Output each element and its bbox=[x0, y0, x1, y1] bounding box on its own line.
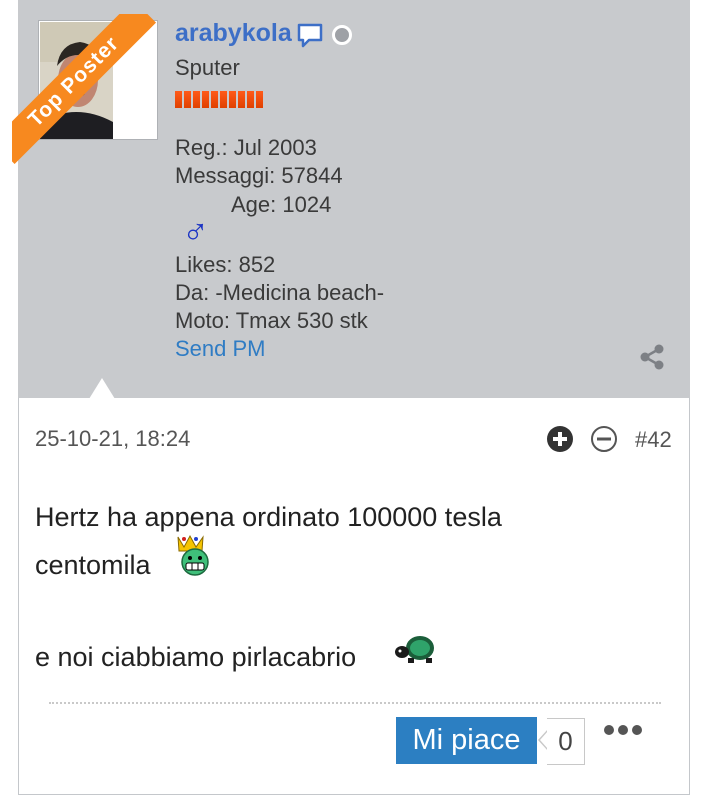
send-pm-link[interactable]: Send PM bbox=[175, 336, 266, 362]
user-age: Age: 1024 bbox=[231, 192, 332, 217]
like-count: 0 bbox=[547, 718, 585, 765]
plus-icon[interactable] bbox=[546, 425, 574, 453]
share-icon[interactable] bbox=[638, 343, 666, 371]
post-footer-separator bbox=[49, 702, 661, 704]
male-gender-icon: ♂ bbox=[182, 211, 209, 252]
post-number[interactable]: #42 bbox=[635, 427, 672, 453]
user-moto: Moto: Tmax 530 stk bbox=[175, 308, 368, 333]
like-button[interactable]: Mi piace bbox=[396, 717, 537, 764]
post-pointer bbox=[89, 378, 115, 399]
king-smiley-icon bbox=[177, 534, 209, 576]
turtle-smiley-icon bbox=[395, 636, 434, 663]
post-date: 25-10-21, 18:24 bbox=[35, 426, 191, 451]
message-count: Messaggi: 57844 bbox=[175, 163, 343, 188]
user-location: Da: -Medicina beach- bbox=[175, 280, 385, 305]
avatar-image bbox=[40, 22, 113, 139]
more-options-icon[interactable] bbox=[603, 723, 643, 737]
post-container bbox=[18, 398, 690, 795]
user-rank: Sputer bbox=[175, 55, 240, 80]
likes-count: Likes: 852 bbox=[175, 252, 276, 277]
minus-icon[interactable] bbox=[590, 425, 618, 453]
rank-bar bbox=[175, 91, 263, 108]
post-text-line-3: e noi ciabbiamo pirlacabrio bbox=[35, 642, 357, 672]
chat-bubble-icon[interactable] bbox=[296, 22, 324, 48]
avatar[interactable] bbox=[38, 20, 158, 140]
username-link[interactable]: arabykola bbox=[175, 19, 292, 48]
registration-date: Reg.: Jul 2003 bbox=[175, 135, 317, 160]
post-text-line-2: centomila bbox=[35, 550, 151, 580]
offline-status-icon bbox=[332, 25, 352, 45]
post-text-line-1: Hertz ha appena ordinato 100000 tesla bbox=[35, 502, 502, 532]
